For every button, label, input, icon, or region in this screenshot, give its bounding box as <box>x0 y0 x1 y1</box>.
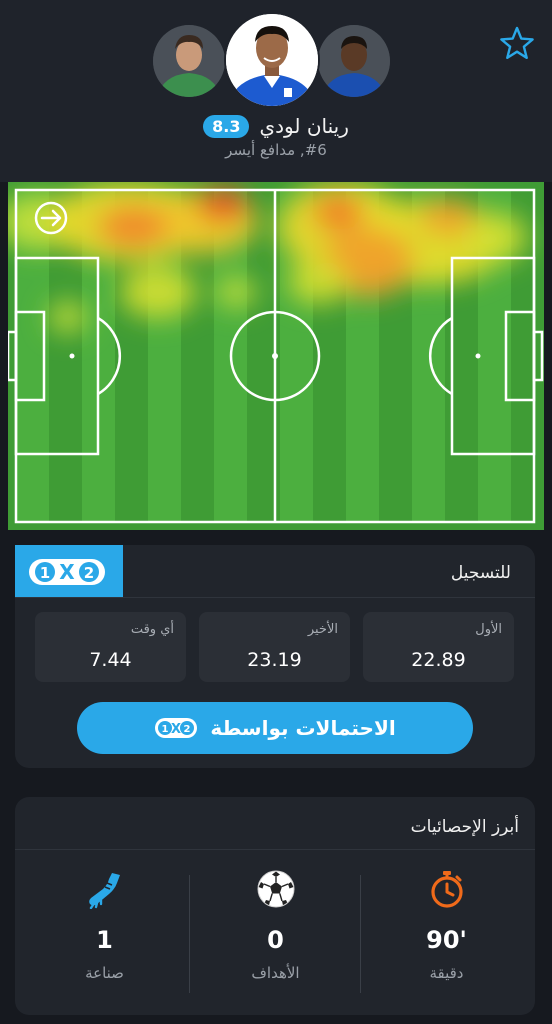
player-position: #6, مدافع أيسر <box>225 141 327 159</box>
player-header: رينان لودي 8.3 #6, مدافع أيسر <box>0 0 552 182</box>
player-photo <box>226 14 318 106</box>
1x2-logo-icon: 1 X 2 <box>155 718 198 738</box>
odd-value: 23.19 <box>247 649 302 671</box>
odd-box-first[interactable]: الأول 22.89 <box>363 612 514 682</box>
stat-label: صناعة <box>85 964 124 982</box>
teammate-avatar-right[interactable] <box>318 25 390 97</box>
teammate-photo-left <box>153 25 225 97</box>
divider <box>15 597 535 598</box>
badge-label-1: 1 <box>40 564 50 582</box>
stat-value: 1 <box>96 926 113 954</box>
stat-assists: 1 صناعة <box>18 863 191 1003</box>
odd-value: 7.44 <box>89 649 132 671</box>
stat-label: دقيقة <box>429 964 464 982</box>
stopwatch-icon <box>430 871 463 908</box>
divider <box>15 849 535 850</box>
odd-label: أي وقت <box>130 622 174 637</box>
stat-goals: 0 الأهداف <box>189 863 362 1003</box>
odd-value: 22.89 <box>411 649 466 671</box>
odd-box-last[interactable]: الأخير 23.19 <box>199 612 350 682</box>
scoring-odds-card: 1 X 2 للتسجيل أي وقت 7.44 الأخير 23.19 ا… <box>15 545 535 768</box>
button-badge-2: 2 <box>184 724 191 735</box>
1x2-logo-icon: 1 X 2 <box>15 545 123 597</box>
odd-label: الأول <box>475 622 502 637</box>
teammate-photo-right <box>318 25 390 97</box>
odds-button-label: الاحتمالات بواسطة <box>210 716 396 740</box>
boot-icon <box>88 873 120 909</box>
soccer-ball-icon <box>257 870 294 908</box>
heatmap-pitch <box>8 182 544 530</box>
button-badge-1: 1 <box>162 724 169 735</box>
odds-title: للتسجيل <box>450 563 511 583</box>
star-outline-icon[interactable] <box>497 24 537 64</box>
stats-title: أبرز الإحصائيات <box>410 817 519 837</box>
stat-value: 0 <box>267 926 284 954</box>
player-name: رينان لودي <box>259 114 349 138</box>
stat-minutes: 90' دقيقة <box>360 863 533 1003</box>
player-rating-badge: 8.3 <box>203 114 250 138</box>
teammate-avatar-left[interactable] <box>153 25 225 97</box>
stat-label: الأهداف <box>251 964 300 982</box>
player-avatar <box>224 12 320 108</box>
odds-provider-badge: 1 X 2 <box>15 545 123 597</box>
odds-provider-button[interactable]: الاحتمالات بواسطة 1 X 2 <box>77 702 473 754</box>
badge-label-x: X <box>59 560 75 584</box>
player-name-row: رينان لودي 8.3 <box>0 114 552 138</box>
odd-label: الأخير <box>307 622 338 637</box>
badge-label-2: 2 <box>84 564 94 582</box>
stat-value: 90' <box>426 926 467 954</box>
button-badge-x: X <box>171 722 181 737</box>
odd-box-anytime[interactable]: أي وقت 7.44 <box>35 612 186 682</box>
top-stats-card: أبرز الإحصائيات 1 صناعة 0 الأهداف 90' دق… <box>15 797 535 1015</box>
